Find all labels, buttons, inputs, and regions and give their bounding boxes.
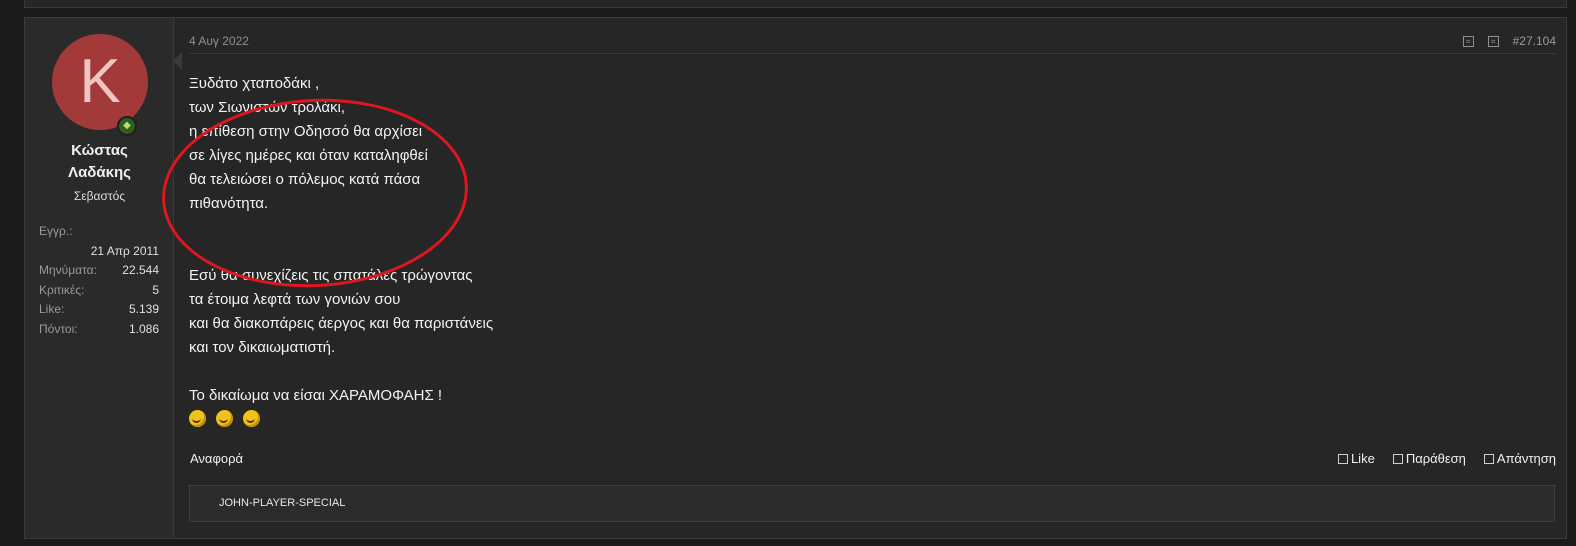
message-line: και τον δικαιωματιστή. xyxy=(189,339,336,356)
previous-post-edge xyxy=(24,0,1567,8)
post-date[interactable]: 4 Αυγ 2022 xyxy=(189,34,249,48)
signature: JOHN-PLAYER-SPECIAL xyxy=(189,485,1555,522)
laughing-smiley-icon xyxy=(243,410,260,427)
message-line: Ξυδάτο χταποδάκι , xyxy=(189,75,320,92)
stat-joined-label: Εγγρ.: xyxy=(39,224,73,238)
online-status-icon: ◆ xyxy=(117,116,137,136)
like-icon xyxy=(1337,453,1348,464)
message-line: τα έτοιμα λεφτά των γονιών σου xyxy=(189,291,401,308)
stat-points-label: Πόντοι: xyxy=(39,321,78,336)
avatar[interactable]: K xyxy=(52,34,148,130)
username-last: Λαδάκης xyxy=(68,164,131,181)
laughing-smiley-icon xyxy=(216,410,233,427)
message-line: Το δικαίωμα να είσαι ΧΑΡΑΜΟΦΑΗΣ ! xyxy=(189,387,443,404)
quote-label: Παράθεση xyxy=(1405,451,1466,466)
laughing-smiley-icon xyxy=(189,410,206,427)
message-line: θα τελειώσει ο πόλεμος κατά πάσα xyxy=(189,171,421,188)
post-message: Ξυδάτο χταποδάκι , των Σιωνιστών τρολάκι… xyxy=(157,72,689,427)
smilies-row xyxy=(189,410,689,427)
like-button[interactable]: Like xyxy=(1337,451,1375,466)
message-line: και θα διακοπάρεις άεργος και θα παριστά… xyxy=(189,315,494,332)
stat-likes-label: Like: xyxy=(39,302,65,316)
username[interactable]: Κώστας Λαδάκης xyxy=(25,140,174,184)
message-line: σε λίγες ημέρες και όταν καταληφθεί xyxy=(189,147,428,164)
user-stats: Εγγρ.: 21 Απρ 2011 Μηνύματα: 22.544 Κριτ… xyxy=(39,222,159,339)
stat-messages-value[interactable]: 22.544 xyxy=(122,261,159,281)
quote-icon xyxy=(1392,453,1403,464)
stat-points-value[interactable]: 1.086 xyxy=(129,320,159,340)
post-meta: 4 Αυγ 2022 ⌗ ⌗ #27.104 xyxy=(189,28,1556,54)
post-meta-tools: ⌗ ⌗ #27.104 xyxy=(1462,34,1556,48)
stat-reviews: Κριτικές: 5 xyxy=(39,281,159,301)
stat-messages: Μηνύματα: 22.544 xyxy=(39,261,159,281)
message-line: των Σιωνιστών τρολάκι, xyxy=(189,99,346,116)
stat-reviews-value[interactable]: 5 xyxy=(152,281,159,301)
post-number[interactable]: #27.104 xyxy=(1513,34,1556,48)
post-actions: Αναφορά Like Παράθεση Απάντηση xyxy=(190,449,1556,467)
message-line: πιθανότητα. xyxy=(189,195,269,212)
stat-points: Πόντοι: 1.086 xyxy=(39,320,159,340)
post-content: 4 Αυγ 2022 ⌗ ⌗ #27.104 Ξυδάτο χταποδάκι … xyxy=(157,18,1566,538)
user-info-panel: K ◆ Κώστας Λαδάκης Σεβαστός Εγγρ.: 21 Απ… xyxy=(25,18,174,538)
message-line: Εσύ θα συνεχίζεις τις σπατάλες τρώγοντας xyxy=(189,267,473,284)
stat-reviews-label: Κριτικές: xyxy=(39,282,85,297)
like-label: Like xyxy=(1350,451,1375,466)
username-first: Κώστας xyxy=(71,142,128,159)
forum-post: K ◆ Κώστας Λαδάκης Σεβαστός Εγγρ.: 21 Απ… xyxy=(24,17,1567,539)
reply-icon xyxy=(1483,453,1494,464)
stat-likes-value: 5.139 xyxy=(128,302,159,316)
reply-button[interactable]: Απάντηση xyxy=(1483,451,1556,466)
user-title: Σεβαστός xyxy=(73,189,126,203)
bookmark-icon[interactable]: ⌗ xyxy=(1487,35,1499,47)
stat-messages-label: Μηνύματα: xyxy=(39,263,97,277)
share-icon[interactable]: ⌗ xyxy=(1462,35,1474,47)
quote-button[interactable]: Παράθεση xyxy=(1392,451,1466,466)
post-actions-right: Like Παράθεση Απάντηση xyxy=(1337,451,1556,466)
report-link[interactable]: Αναφορά xyxy=(190,451,243,466)
stat-likes: Like: 5.139 xyxy=(39,300,159,320)
message-line: η επίθεση στην Οδησσό θα αρχίσει xyxy=(189,123,423,140)
stat-joined-value: 21 Απρ 2011 xyxy=(90,243,159,258)
reply-label: Απάντηση xyxy=(1496,451,1556,466)
stat-joined: Εγγρ.: xyxy=(39,222,159,242)
